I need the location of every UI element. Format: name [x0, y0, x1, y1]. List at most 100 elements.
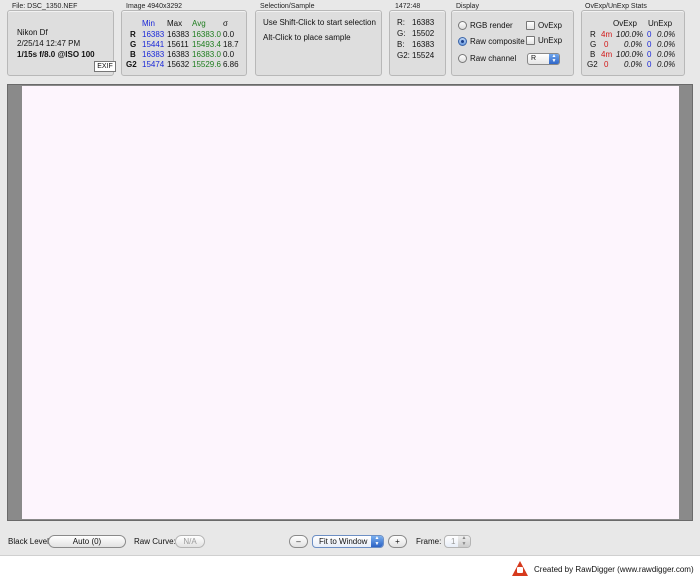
ovexp-label[interactable]: OvExp [538, 21, 562, 30]
updown-arrows-icon: ▲ ▼ [549, 54, 559, 64]
max-value: 16383 [167, 30, 190, 39]
raw-composite-label[interactable]: Raw composite [470, 37, 525, 46]
rawdigger-logo-icon [512, 561, 528, 576]
sigma-value: 0.0 [223, 30, 235, 39]
rgb-render-radio[interactable] [458, 21, 467, 30]
unexp-percent: 0.0% [657, 50, 676, 59]
coord-panel-title: 1472:48 [395, 3, 421, 10]
sigma-value: 6.86 [223, 60, 239, 69]
min-value: 15474 [142, 60, 165, 69]
exif-button[interactable]: EXIF [94, 61, 116, 72]
raw-composite-radio[interactable] [458, 37, 467, 46]
unexp-percent: 0.0% [657, 40, 676, 49]
file-panel-title: File: DSC_1350.NEF [12, 3, 78, 10]
ovexp-percent: 0.0% [624, 60, 643, 69]
updown-arrows-icon: ▲ ▼ [458, 535, 470, 547]
min-value: 16383 [142, 50, 165, 59]
zoom-select-value: Fit to Window [319, 537, 368, 546]
exposure-stats-panel: OvExp UnExp R 4m 100.0% 0 0.0% G 0 0.0% … [581, 10, 685, 76]
max-value: 15611 [167, 40, 189, 49]
ovexp-count: 0 [604, 40, 609, 49]
max-value: 15632 [167, 60, 190, 69]
frame-select-value: 1 [451, 537, 456, 546]
rgb-render-label[interactable]: RGB render [470, 21, 513, 30]
ovexp-percent: 100.0% [616, 30, 644, 39]
channel-label: G2 [126, 60, 137, 69]
unexp-checkbox[interactable] [526, 36, 535, 45]
footer-credit[interactable]: Created by RawDigger (www.rawdigger.com) [534, 565, 694, 574]
avg-value: 16383.0 [192, 30, 221, 39]
image-stats-panel: Min Max Avg σ R 16383 16383 16383.0 0.0 … [121, 10, 247, 76]
ovexp-percent: 0.0% [624, 40, 643, 49]
camera-model: Nikon Df [17, 28, 48, 37]
avg-value: 15529.6 [192, 60, 221, 69]
zoom-out-button[interactable]: – [289, 535, 308, 548]
ovexp-checkbox[interactable] [526, 21, 535, 30]
min-value: 15441 [142, 40, 165, 49]
coord-value: 16383 [412, 40, 435, 49]
raw-curve-button[interactable]: N/A [175, 535, 205, 548]
avg-value: 16383.0 [192, 50, 221, 59]
raw-channel-label[interactable]: Raw channel [470, 54, 516, 63]
sigma-value: 0.0 [223, 50, 235, 59]
coord-label: B: [397, 40, 405, 49]
coord-label: G: [397, 29, 406, 38]
footer: Created by RawDigger (www.rawdigger.com) [0, 555, 700, 582]
sigma-header: σ [223, 19, 228, 28]
updown-arrows-icon: ▲ ▼ [371, 535, 383, 547]
ovexp-count: 4m [601, 50, 613, 59]
unexp-percent: 0.0% [657, 60, 676, 69]
zoom-in-button[interactable]: + [388, 535, 407, 548]
avg-header: Avg [192, 19, 206, 28]
zoom-select[interactable]: Fit to Window ▲ ▼ [312, 535, 384, 548]
channel-label: B [590, 50, 596, 59]
min-value: 16383 [142, 30, 165, 39]
channel-label: G [130, 40, 137, 49]
selection-hint: Use Shift-Click to start selection [263, 18, 376, 27]
selection-panel: Use Shift-Click to start selection Alt-C… [255, 10, 382, 76]
sample-hint: Alt-Click to place sample [263, 33, 351, 42]
frame-label: Frame: [416, 537, 442, 546]
raw-channel-radio[interactable] [458, 54, 467, 63]
max-value: 16383 [167, 50, 190, 59]
black-level-button[interactable]: Auto (0) [48, 535, 126, 548]
coord-value: 16383 [412, 18, 435, 27]
ovexp-count: 0 [604, 60, 609, 69]
channel-label: B [130, 50, 136, 59]
coord-label: G2: [397, 51, 410, 60]
stats-panel-title: OvExp/UnExp Stats [585, 3, 647, 10]
coord-value: 15502 [412, 29, 435, 38]
channel-label: R [590, 30, 596, 39]
ovexp-header: OvExp [613, 19, 638, 28]
display-panel: RGB render Raw composite Raw channel OvE… [451, 10, 574, 76]
channel-select[interactable]: R ▲ ▼ [527, 53, 560, 65]
black-level-label: Black Level: [8, 537, 52, 546]
image-viewport[interactable] [7, 84, 693, 521]
channel-label: R [130, 30, 136, 39]
channel-label: G2 [587, 60, 598, 69]
selection-panel-title: Selection/Sample [260, 3, 315, 10]
coord-panel: R: 16383 G: 15502 B: 16383 G2: 15524 [389, 10, 446, 76]
unexp-count: 0 [647, 30, 652, 39]
image-panel-title: Image 4940x3292 [126, 3, 183, 10]
ovexp-count: 4m [601, 30, 613, 39]
ovexp-percent: 100.0% [616, 50, 644, 59]
capture-datetime: 2/25/14 12:47 PM [17, 39, 81, 48]
sigma-value: 18.7 [223, 40, 239, 49]
raw-image-canvas[interactable] [22, 86, 679, 519]
raw-curve-label: Raw Curve: [134, 537, 176, 546]
unexp-count: 0 [647, 60, 652, 69]
channel-select-value: R [531, 55, 537, 62]
unexp-count: 0 [647, 50, 652, 59]
display-panel-title: Display [456, 3, 479, 10]
unexp-header: UnExp [648, 19, 673, 28]
frame-select[interactable]: 1 ▲ ▼ [444, 535, 471, 548]
avg-value: 15493.4 [192, 40, 221, 49]
min-header: Min [142, 19, 155, 28]
coord-value: 15524 [412, 51, 435, 60]
max-header: Max [167, 19, 183, 28]
exposure-info: 1/15s f/8.0 @ISO 100 [17, 50, 95, 59]
unexp-count: 0 [647, 40, 652, 49]
unexp-label[interactable]: UnExp [538, 36, 562, 45]
channel-label: G [590, 40, 597, 49]
